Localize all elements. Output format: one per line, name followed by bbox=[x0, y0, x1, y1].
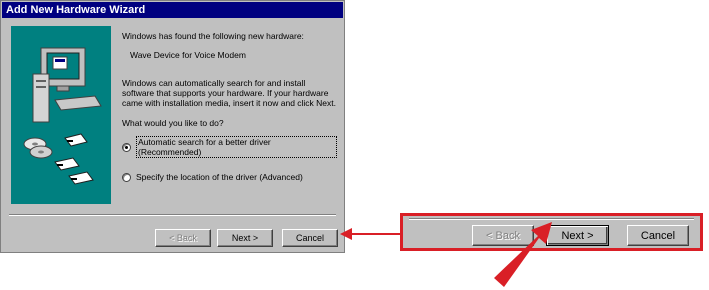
connector-arrow bbox=[340, 228, 400, 240]
pointer-arrow bbox=[494, 222, 552, 287]
annotation-arrows bbox=[340, 222, 552, 287]
